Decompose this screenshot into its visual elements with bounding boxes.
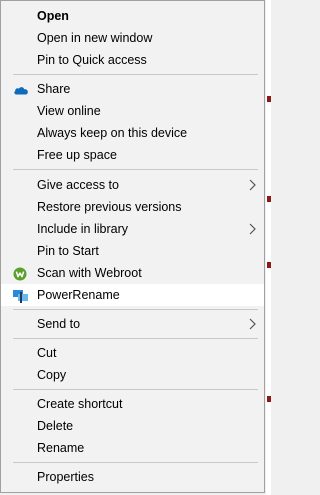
background-mark bbox=[267, 262, 271, 268]
menu-item-label: Give access to bbox=[37, 178, 119, 192]
menu-item-delete[interactable]: Delete bbox=[1, 415, 264, 437]
chevron-right-icon bbox=[247, 218, 259, 240]
menu-separator bbox=[13, 389, 258, 390]
menu-item-cut[interactable]: Cut bbox=[1, 342, 264, 364]
menu-separator bbox=[13, 169, 258, 170]
menu-item-label: Free up space bbox=[37, 148, 117, 162]
background-window-edge bbox=[266, 0, 271, 495]
menu-separator bbox=[13, 462, 258, 463]
menu-item-pin-quick-access[interactable]: Pin to Quick access bbox=[1, 49, 264, 71]
context-menu: Open Open in new window Pin to Quick acc… bbox=[0, 0, 265, 493]
chevron-right-icon bbox=[247, 313, 259, 335]
background-mark bbox=[267, 96, 271, 102]
menu-item-open-new-window[interactable]: Open in new window bbox=[1, 27, 264, 49]
menu-item-always-keep[interactable]: Always keep on this device bbox=[1, 122, 264, 144]
menu-item-label: Send to bbox=[37, 317, 81, 331]
menu-item-copy[interactable]: Copy bbox=[1, 364, 264, 386]
menu-item-label: Pin to Quick access bbox=[37, 53, 147, 67]
menu-item-label: View online bbox=[37, 104, 101, 118]
menu-separator bbox=[13, 309, 258, 310]
menu-item-free-up-space[interactable]: Free up space bbox=[1, 144, 264, 166]
menu-item-restore-versions[interactable]: Restore previous versions bbox=[1, 196, 264, 218]
menu-item-view-online[interactable]: View online bbox=[1, 100, 264, 122]
menu-item-open[interactable]: Open bbox=[1, 5, 264, 27]
menu-item-label: Properties bbox=[37, 470, 94, 484]
menu-item-include-library[interactable]: Include in library bbox=[1, 218, 264, 240]
menu-item-label: Create shortcut bbox=[37, 397, 123, 411]
menu-item-label: Rename bbox=[37, 441, 85, 455]
menu-item-give-access[interactable]: Give access to bbox=[1, 174, 264, 196]
menu-item-pin-start[interactable]: Pin to Start bbox=[1, 240, 264, 262]
menu-item-properties[interactable]: Properties bbox=[1, 466, 264, 488]
webroot-icon bbox=[13, 266, 29, 281]
powerrename-icon bbox=[13, 288, 29, 303]
menu-item-label: Restore previous versions bbox=[37, 200, 182, 214]
menu-item-send-to[interactable]: Send to bbox=[1, 313, 264, 335]
chevron-right-icon bbox=[247, 174, 259, 196]
background-mark bbox=[267, 196, 271, 202]
onedrive-cloud-icon bbox=[13, 82, 29, 96]
menu-item-label: Always keep on this device bbox=[37, 126, 188, 140]
menu-item-label: PowerRename bbox=[37, 288, 120, 302]
menu-separator bbox=[13, 338, 258, 339]
menu-item-label: Delete bbox=[37, 419, 74, 433]
menu-item-create-shortcut[interactable]: Create shortcut bbox=[1, 393, 264, 415]
menu-item-label: Copy bbox=[37, 368, 67, 382]
menu-item-powerrename[interactable]: PowerRename bbox=[1, 284, 264, 306]
menu-item-label: Cut bbox=[37, 346, 57, 360]
menu-item-scan-webroot[interactable]: Scan with Webroot bbox=[1, 262, 264, 284]
menu-item-label: Share bbox=[37, 82, 71, 96]
background-mark bbox=[267, 396, 271, 402]
menu-separator bbox=[13, 74, 258, 75]
menu-item-rename[interactable]: Rename bbox=[1, 437, 264, 459]
menu-item-label: Open bbox=[37, 9, 69, 23]
menu-item-label: Open in new window bbox=[37, 31, 153, 45]
menu-item-label: Scan with Webroot bbox=[37, 266, 142, 280]
menu-item-share[interactable]: Share bbox=[1, 78, 264, 100]
menu-item-label: Include in library bbox=[37, 222, 129, 236]
menu-item-label: Pin to Start bbox=[37, 244, 99, 258]
